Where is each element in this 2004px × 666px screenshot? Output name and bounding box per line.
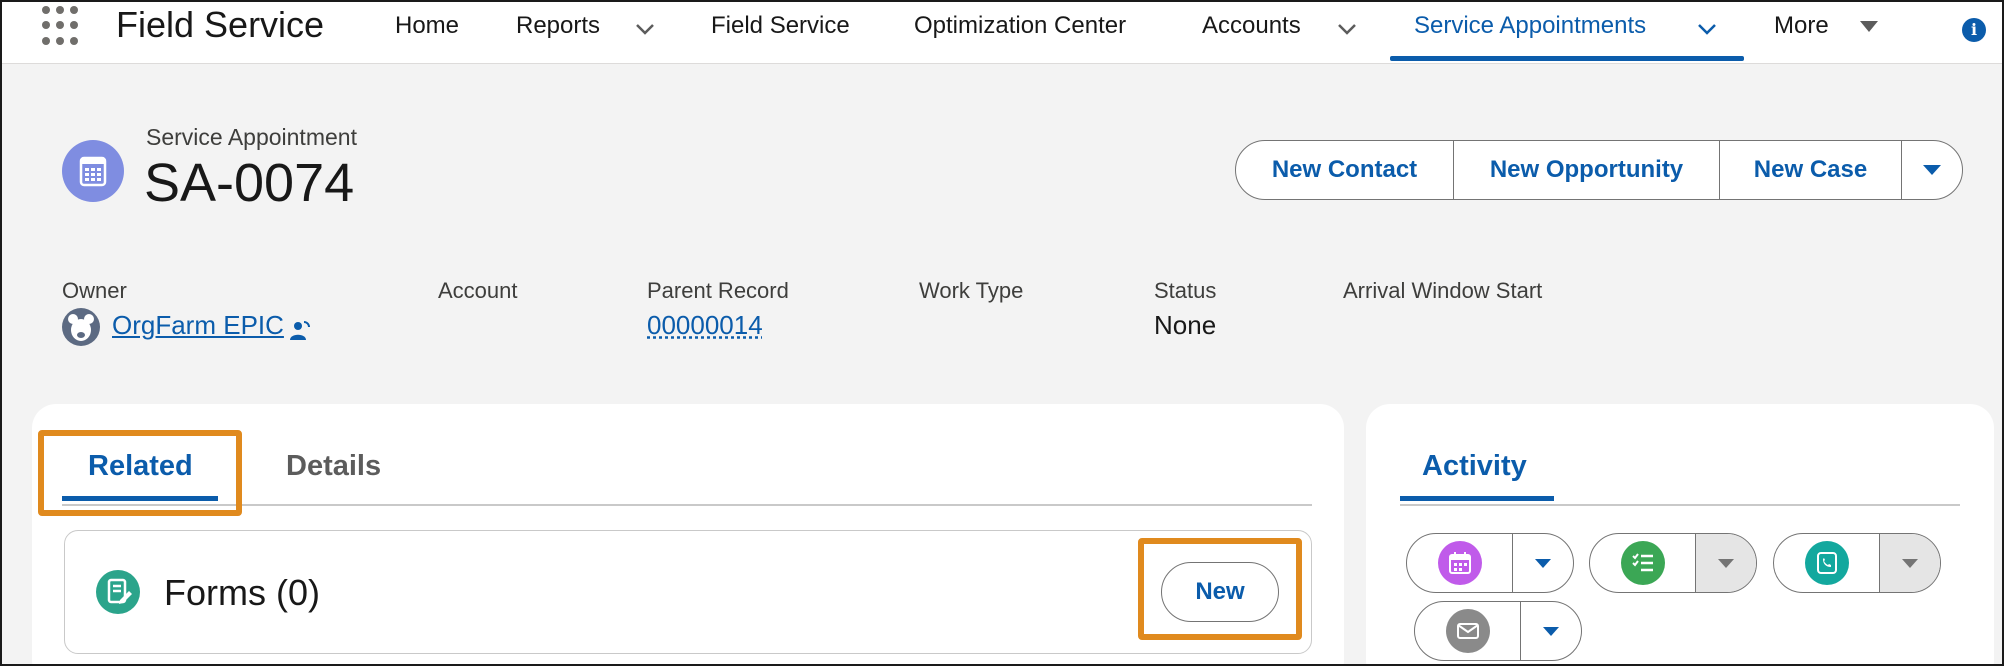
service-appointment-icon <box>62 140 124 202</box>
email-icon <box>1446 609 1490 653</box>
caret-down-icon[interactable] <box>1858 17 1880 39</box>
field-label-parent-record: Parent Record <box>647 278 789 304</box>
app-name: Field Service <box>116 4 324 46</box>
new-event-dropdown[interactable] <box>1513 534 1573 592</box>
new-event-icon-cell <box>1407 534 1513 592</box>
new-task-button[interactable] <box>1589 533 1757 593</box>
nav-item-reports[interactable]: Reports <box>516 12 600 40</box>
activity-divider <box>1400 504 1960 506</box>
field-label-arrival-window-start: Arrival Window Start <box>1343 278 1542 304</box>
active-tab-indicator <box>1390 56 1744 61</box>
field-label-status: Status <box>1154 278 1216 304</box>
owner-link[interactable]: OrgFarm EPIC <box>112 310 284 341</box>
new-contact-button[interactable]: New Contact <box>1236 141 1454 199</box>
field-label-owner: Owner <box>62 278 127 304</box>
caret-down-icon <box>1716 553 1736 573</box>
send-email-dropdown[interactable] <box>1521 602 1581 660</box>
app-launcher-icon[interactable] <box>42 6 82 46</box>
field-label-account: Account <box>438 278 518 304</box>
status-value: None <box>1154 310 1216 341</box>
new-opportunity-button[interactable]: New Opportunity <box>1454 141 1720 199</box>
send-email-button[interactable] <box>1414 601 1582 661</box>
nav-item-optimization-center[interactable]: Optimization Center <box>914 12 1126 40</box>
highlight-box-new <box>1138 538 1302 640</box>
forms-title: Forms (0) <box>164 572 320 614</box>
info-icon[interactable]: i <box>1962 18 1986 42</box>
nav-item-home[interactable]: Home <box>395 12 459 40</box>
caret-down-icon <box>1900 553 1920 573</box>
record-type-label: Service Appointment <box>146 124 357 151</box>
phone-icon <box>1805 541 1849 585</box>
more-actions-button[interactable] <box>1902 141 1962 199</box>
global-nav: Field Service Home Reports Field Service… <box>0 0 2004 64</box>
caret-down-icon <box>1921 159 1943 181</box>
caret-down-icon <box>1533 553 1553 573</box>
task-list-icon <box>1621 541 1665 585</box>
owner-avatar <box>62 308 100 346</box>
log-call-icon-cell <box>1774 534 1880 592</box>
record-title: SA-0074 <box>144 152 354 214</box>
nav-item-field-service[interactable]: Field Service <box>711 12 850 40</box>
new-event-button[interactable] <box>1406 533 1574 593</box>
new-task-icon-cell <box>1590 534 1696 592</box>
caret-down-icon <box>1541 621 1561 641</box>
log-call-button[interactable] <box>1773 533 1941 593</box>
tab-details[interactable]: Details <box>286 450 381 483</box>
nav-item-more[interactable]: More <box>1774 12 1829 40</box>
tab-activity[interactable]: Activity <box>1422 450 1527 483</box>
tab-divider <box>62 504 1312 506</box>
new-task-dropdown[interactable] <box>1696 534 1756 592</box>
change-owner-icon[interactable] <box>288 318 312 342</box>
highlight-box-related <box>38 430 242 516</box>
log-call-dropdown[interactable] <box>1880 534 1940 592</box>
record-actions: New Contact New Opportunity New Case <box>1235 140 1963 200</box>
nav-item-service-appointments[interactable]: Service Appointments <box>1414 12 1646 40</box>
chevron-down-icon[interactable] <box>1336 18 1358 40</box>
form-icon <box>96 570 140 614</box>
chevron-down-icon[interactable] <box>634 18 656 40</box>
chevron-down-icon[interactable] <box>1696 18 1718 40</box>
activity-tab-indicator <box>1400 496 1554 501</box>
nav-item-accounts[interactable]: Accounts <box>1202 12 1301 40</box>
parent-record-link[interactable]: 00000014 <box>647 310 763 341</box>
send-email-icon-cell <box>1415 602 1521 660</box>
calendar-icon <box>1438 541 1482 585</box>
field-label-work-type: Work Type <box>919 278 1023 304</box>
new-case-button[interactable]: New Case <box>1720 141 1902 199</box>
